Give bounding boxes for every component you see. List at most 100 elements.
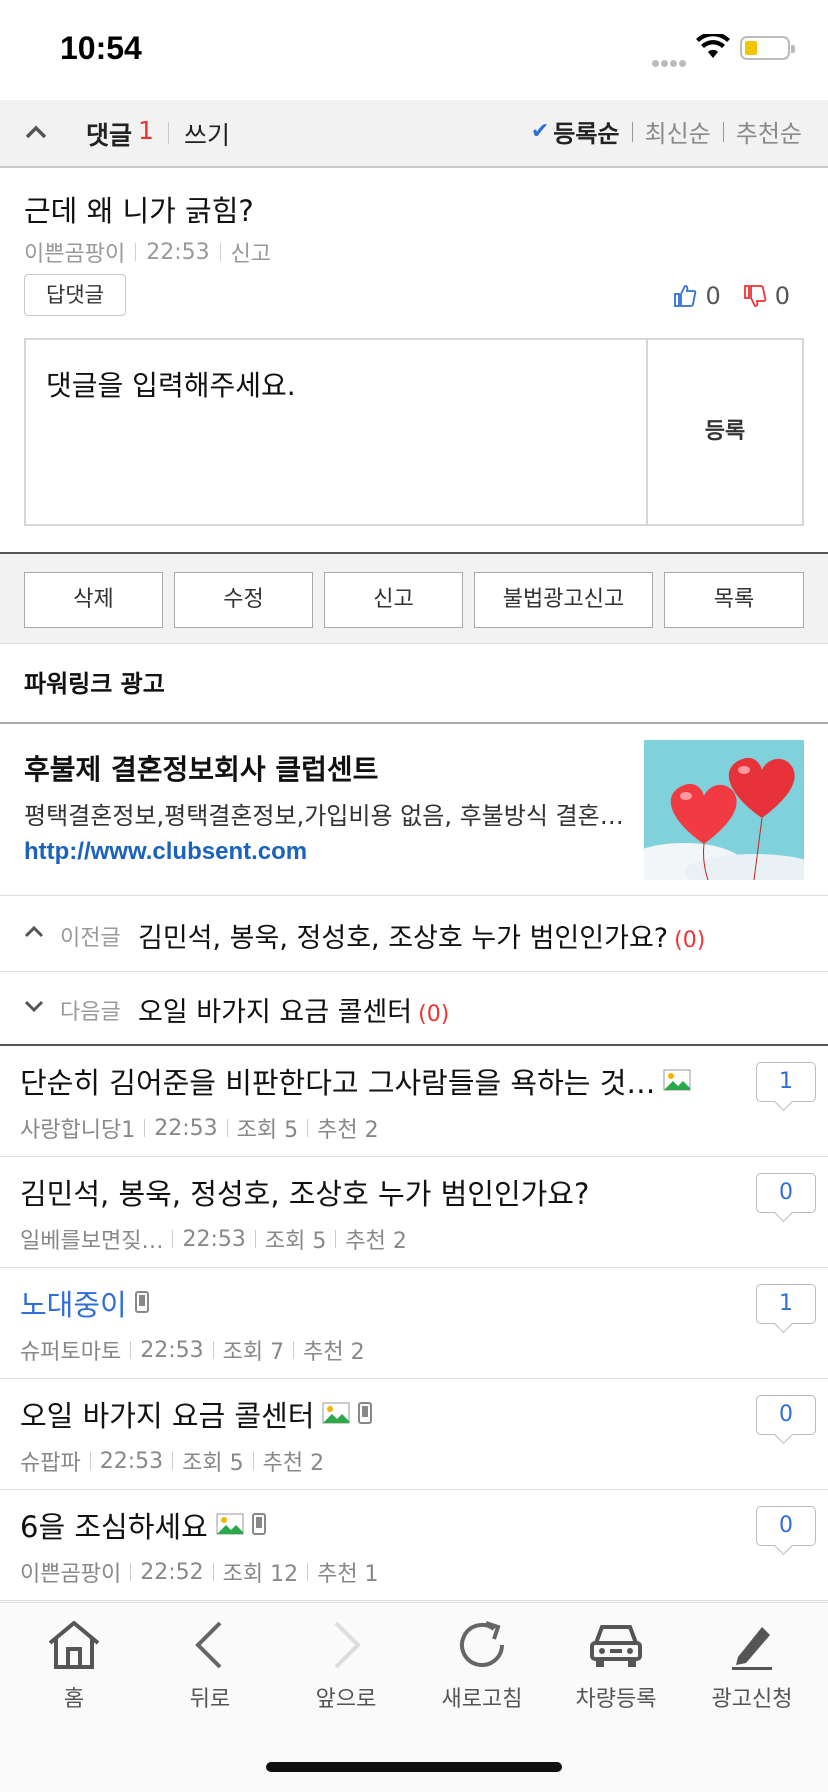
post-recommend: 추천 2 <box>303 1340 365 1365</box>
chevron-up-icon <box>24 924 44 944</box>
home-indicator <box>266 1762 562 1772</box>
list-item[interactable]: 6을 조심하세요 이쁜곰팡이 22:52 조회 12 추천 1 0 <box>0 1490 828 1601</box>
post-time: 22:53 <box>154 1115 218 1141</box>
tab-back[interactable]: 뒤로 <box>150 1617 270 1727</box>
edit-button[interactable]: 수정 <box>174 572 313 628</box>
post-author[interactable]: 슈퍼토마토 <box>20 1334 121 1366</box>
sort-recommended[interactable]: 추천순 <box>736 114 802 149</box>
tab-ad-apply[interactable]: 광고신청 <box>692 1617 812 1727</box>
tab-forward-label: 앞으로 <box>315 1687 377 1712</box>
post-actions: 삭제 수정 신고 불법광고신고 목록 <box>0 552 828 644</box>
post-time: 22:53 <box>99 1448 164 1474</box>
post-author[interactable]: 이쁜곰팡이 <box>20 1556 121 1588</box>
refresh-icon <box>460 1621 504 1667</box>
status-time: 10:54 <box>60 30 142 66</box>
post-author[interactable]: 사랑합니당1 <box>20 1112 135 1144</box>
post-views: 조회 5 <box>236 1118 299 1143</box>
comment-count-badge: 0 <box>756 1506 816 1546</box>
wifi-icon <box>696 31 730 64</box>
list-item[interactable]: 단순히 김어준을 비판한다고 그사람들을 욕하는 것… 사랑합니당1 22:53… <box>0 1046 828 1157</box>
mobile-icon <box>251 1508 266 1542</box>
ad-headline[interactable]: 후불제 결혼정보회사 클럽센트 <box>24 748 378 788</box>
car-icon <box>590 1625 642 1667</box>
next-post-row[interactable]: 다음글 오일 바가지 요금 콜센터 (0) <box>0 972 828 1046</box>
post-author[interactable]: 슈팝파 <box>20 1445 81 1477</box>
ad-url[interactable]: http://www.clubsent.com <box>24 838 307 866</box>
list-button[interactable]: 목록 <box>664 572 804 628</box>
pencil-icon <box>732 1627 772 1670</box>
tab-refresh[interactable]: 새로고침 <box>422 1617 542 1727</box>
comment-report-link[interactable]: 신고 <box>231 236 271 268</box>
post-recommend: 추천 2 <box>317 1118 379 1143</box>
tab-back-label: 뒤로 <box>189 1687 231 1712</box>
post-title[interactable]: 노대중이 <box>20 1282 127 1324</box>
comment-count-badge: 1 <box>756 1284 816 1324</box>
like-button[interactable]: 0 <box>673 282 721 310</box>
comment-label: 댓글 <box>86 121 133 150</box>
post-title[interactable]: 단순히 김어준을 비판한다고 그사람들을 욕하는 것… <box>20 1060 655 1102</box>
write-comment-link[interactable]: 쓰기 <box>184 116 230 152</box>
tab-forward[interactable]: 앞으로 <box>286 1617 406 1727</box>
tab-home-label: 홈 <box>63 1687 85 1712</box>
next-post-label: 다음글 <box>60 1000 121 1025</box>
sort-registered[interactable]: 등록순 <box>553 114 619 149</box>
tab-ad-apply-label: 광고신청 <box>711 1687 793 1712</box>
delete-button[interactable]: 삭제 <box>24 572 163 628</box>
chevron-right-icon <box>334 1621 361 1669</box>
post-views: 조회 12 <box>222 1562 299 1587</box>
check-icon: ✔ <box>530 119 550 144</box>
dislike-count: 0 <box>774 282 790 310</box>
comment-count-badge: 0 <box>756 1395 816 1435</box>
comment-text: 근데 왜 니가 긁힘? <box>24 194 254 228</box>
post-author[interactable]: 일베를보면짖… <box>20 1223 163 1255</box>
thumbs-down-icon <box>743 285 767 307</box>
dislike-button[interactable]: 0 <box>743 282 790 310</box>
post-time: 22:53 <box>182 1226 246 1252</box>
prev-post-title[interactable]: 김민석, 봉욱, 정성호, 조상호 누가 범인인가요? <box>138 923 668 954</box>
ad-description: 평택결혼정보,평택결혼정보,가입비용 없음, 후불방식 결혼정보회사 <box>24 802 624 830</box>
report-button[interactable]: 신고 <box>324 572 463 628</box>
prev-post-row[interactable]: 이전글 김민석, 봉욱, 정성호, 조상호 누가 범인인가요? (0) <box>0 898 828 972</box>
image-icon <box>216 1508 244 1542</box>
battery-icon <box>740 36 795 60</box>
tab-car-register-label: 차량등록 <box>575 1687 657 1712</box>
prev-post-label: 이전글 <box>60 926 121 951</box>
comment-author[interactable]: 이쁜곰팡이 <box>24 236 125 268</box>
like-count: 0 <box>705 282 721 310</box>
signal-icon <box>652 52 688 71</box>
next-post-count: (0) <box>418 1002 450 1027</box>
tab-car-register[interactable]: 차량등록 <box>556 1617 676 1727</box>
comment-header: 댓글 1 쓰기 ✔ 등록순 최신순 추천순 <box>0 100 828 168</box>
reply-form: 댓글을 입력해주세요. 등록 <box>24 338 804 526</box>
list-item[interactable]: 오일 바가지 요금 콜센터 슈팝파 22:53 조회 5 추천 2 0 <box>0 1379 828 1490</box>
comment-item: 근데 왜 니가 긁힘? 이쁜곰팡이 22:53 신고 답댓글 0 0 <box>0 170 828 316</box>
submit-comment-button[interactable]: 등록 <box>646 340 802 524</box>
collapse-icon[interactable] <box>24 122 48 146</box>
comment-count-badge: 0 <box>756 1173 816 1213</box>
sort-latest[interactable]: 최신순 <box>645 114 711 149</box>
post-title[interactable]: 김민석, 봉욱, 정성호, 조상호 누가 범인인가요? <box>20 1171 589 1213</box>
mobile-icon <box>358 1397 373 1431</box>
ad-image[interactable] <box>644 740 804 880</box>
ad-section-title: 파워링크 광고 <box>24 670 165 698</box>
post-title[interactable]: 오일 바가지 요금 콜센터 <box>20 1393 314 1435</box>
post-title[interactable]: 6을 조심하세요 <box>20 1504 208 1546</box>
report-ad-button[interactable]: 불법광고신고 <box>474 572 653 628</box>
post-recommend: 추천 1 <box>317 1562 379 1587</box>
list-item[interactable]: 김민석, 봉욱, 정성호, 조상호 누가 범인인가요? 일베를보면짖… 22:5… <box>0 1157 828 1268</box>
comment-input[interactable]: 댓글을 입력해주세요. <box>46 364 296 404</box>
vote-group: 0 0 <box>651 282 790 310</box>
chevron-left-icon <box>195 1621 222 1669</box>
list-item[interactable]: 노대중이 슈퍼토마토 22:53 조회 7 추천 2 1 <box>0 1268 828 1379</box>
status-bar: 10:54 <box>0 0 828 100</box>
reply-button[interactable]: 답댓글 <box>24 274 126 316</box>
comment-time: 22:53 <box>146 239 210 265</box>
next-post-title[interactable]: 오일 바가지 요금 콜센터 <box>138 997 412 1028</box>
post-recommend: 추천 2 <box>345 1229 407 1254</box>
tab-home[interactable]: 홈 <box>14 1617 134 1727</box>
post-views: 조회 5 <box>264 1229 327 1254</box>
comment-count-badge: 1 <box>756 1062 816 1102</box>
image-icon <box>322 1397 350 1431</box>
ad-card[interactable]: 후불제 결혼정보회사 클럽센트 평택결혼정보,평택결혼정보,가입비용 없음, 후… <box>0 724 828 896</box>
thumbs-up-icon <box>674 285 697 307</box>
